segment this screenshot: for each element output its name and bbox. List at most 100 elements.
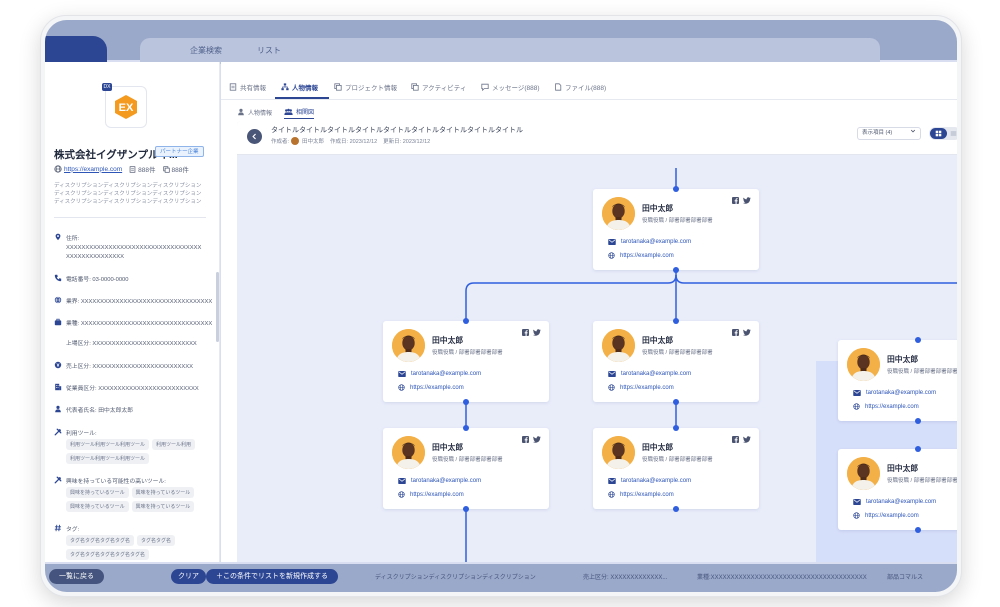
interest-chips: 興味を持っているツール 興味を持っているツール 興味を持っているツール 興味を持… (66, 487, 211, 512)
facebook-icon[interactable] (522, 436, 529, 443)
company-url-link[interactable]: https://example.com (64, 166, 122, 173)
social-links (522, 436, 541, 443)
connector-dot (915, 418, 921, 424)
person-card[interactable]: 田中太郎役職役職 / 部署部署部署部署 tarotanaka@example.co… (593, 428, 759, 509)
facebook-icon[interactable] (732, 329, 739, 336)
hash-icon (54, 524, 62, 532)
sidebar-scrollbar[interactable] (216, 272, 219, 342)
person-card[interactable]: 田中太郎 役職役職 / 部署部署部署部署 tarotanaka@example.co… (593, 321, 759, 402)
person-website[interactable]: https://example.com (398, 384, 464, 391)
person-website[interactable]: https://example.com (608, 384, 674, 391)
tools-icon (54, 476, 62, 484)
twitter-icon[interactable] (743, 436, 751, 443)
person-card[interactable]: 田中太郎役職役職 / 部署部署部署部署 tarotanaka@example.co… (593, 189, 759, 270)
address-value: XXXXXXXXXXXXXXXXXXXXXXXXXXXXXXXXXXXXXXXX… (66, 245, 202, 260)
connector-dot (673, 186, 679, 192)
person-website[interactable]: https://example.com (608, 252, 674, 259)
person-name: 田中太郎 (432, 443, 464, 452)
subtab-relation-chart[interactable]: 相関図 (284, 107, 315, 119)
tags-chips: タグ名タグ名タグ名タグ名 タグ名タグ名 タグ名タグ名タグ名タグ名タグ名 (66, 535, 211, 560)
create-list-button[interactable]: ＋この条件でリストを新規作成する (206, 569, 338, 584)
message-icon (481, 83, 489, 91)
person-role: 役職役職 / 部署部署部署部署 (642, 218, 713, 224)
employees-text: 従業員区分: XXXXXXXXXXXXXXXXXXXXXXXXXX (66, 386, 199, 392)
connector-dot (673, 267, 679, 273)
relation-chart-canvas[interactable]: タイトルタイトルタイトルタイトルタイトルタイトルタイトルタイトルタイトル 作成者… (237, 121, 957, 562)
interest-chip: 興味を持っているツール (131, 487, 195, 498)
mail-icon (608, 478, 616, 484)
back-to-list-button[interactable]: 一覧に戻る (49, 569, 104, 584)
person-card[interactable]: 田中太郎 役職役職 / 部署部署部署部署 tarotanaka@example.co… (838, 340, 957, 421)
person-email[interactable]: tarotanaka@example.com (608, 371, 691, 377)
person-photo (602, 329, 635, 362)
person-role: 役職役職 / 部署部署部署部署 (642, 457, 713, 463)
subtab-relation-chart-label: 相関図 (296, 110, 315, 116)
person-name: 田中太郎 (432, 336, 464, 345)
social-links (732, 197, 751, 204)
connector-dot (915, 527, 921, 533)
tab-activity[interactable]: アクティビティ (411, 82, 466, 92)
person-website[interactable]: https://example.com (398, 491, 464, 498)
tab-shared-info[interactable]: 共有情報 (229, 82, 266, 92)
facebook-icon[interactable] (522, 329, 529, 336)
person-website[interactable]: https://example.com (853, 512, 919, 519)
tools-chips: 利用ツール利用ツール利用ツール 利用ツール利用 利用ツール利用ツール利用ツール (66, 439, 211, 464)
count-1: 888件 (129, 164, 156, 174)
interest-chip: 興味を持っているツール (131, 501, 195, 512)
globe-icon (853, 403, 860, 410)
person-website[interactable]: https://example.com (853, 403, 919, 410)
person-name: 田中太郎 (642, 443, 674, 452)
twitter-icon[interactable] (533, 329, 541, 336)
file-icon (555, 83, 562, 91)
tab-file[interactable]: ファイル(888) (554, 82, 606, 92)
background-tabs (140, 38, 880, 64)
twitter-icon[interactable] (743, 197, 751, 204)
company-description: ディスクリプションディスクリプションディスクリプションディスクリプションディスク… (54, 183, 202, 205)
person-email-text: tarotanaka@example.com (621, 478, 692, 484)
person-email[interactable]: tarotanaka@example.com (398, 371, 481, 377)
person-email[interactable]: tarotanaka@example.com (853, 390, 936, 396)
facebook-icon[interactable] (732, 197, 739, 204)
person-email[interactable]: tarotanaka@example.com (608, 478, 691, 484)
subtab-person-info[interactable]: 人物情報 (237, 107, 272, 119)
tab-message[interactable]: メッセージ(888) (481, 82, 540, 92)
tab-shared-info-label: 共有情報 (240, 85, 266, 92)
tools-icon (54, 428, 62, 436)
briefcase-icon (54, 318, 62, 326)
ceo-info: 代表者氏名: 田中太郎太郎 (54, 405, 133, 416)
person-email-text: tarotanaka@example.com (621, 239, 692, 245)
globe-icon (54, 165, 62, 173)
mail-icon (398, 478, 406, 484)
company-links: https://example.com 888件 888件 (54, 164, 189, 174)
twitter-icon[interactable] (533, 436, 541, 443)
connector-dot (463, 425, 469, 431)
interest-chip: 興味を持っているツール (66, 487, 129, 498)
globe-icon (398, 491, 405, 498)
person-email[interactable]: tarotanaka@example.com (853, 499, 936, 505)
tab-person-info[interactable]: 人物情報 (281, 82, 318, 92)
clear-button[interactable]: クリア (171, 569, 206, 584)
facebook-icon[interactable] (732, 436, 739, 443)
yen-coin-icon (54, 361, 62, 369)
person-card[interactable]: 田中太郎 役職役職 / 部署部署部署部署 tarotanaka@example.co… (838, 449, 957, 530)
social-links (732, 329, 751, 336)
person-card[interactable]: 田中太郎 役職役職 / 部署部署部署部署 tarotanaka@example.co… (383, 321, 549, 402)
tab-project-info[interactable]: プロジェクト情報 (334, 82, 397, 92)
copy-icon (334, 83, 342, 91)
mail-icon (853, 390, 861, 396)
background-tab-list: リスト (257, 46, 281, 55)
employees-info: 従業員区分: XXXXXXXXXXXXXXXXXXXXXXXXXX (54, 383, 199, 394)
globe-icon (608, 384, 615, 391)
person-email[interactable]: tarotanaka@example.com (398, 478, 481, 484)
person-website[interactable]: https://example.com (608, 491, 674, 498)
tools-label-text: 利用ツール: (66, 431, 97, 437)
screen: 企業検索 リスト 一覧に戻る クリア ＋この条件でリストを新規作成する ディスク… (45, 20, 957, 592)
person-website-text: https://example.com (620, 491, 674, 498)
person-name: 田中太郎 (642, 204, 674, 213)
twitter-icon[interactable] (743, 329, 751, 336)
background-desc-text: ディスクリプションディスクリプションディスクリプション (375, 575, 536, 581)
person-email[interactable]: tarotanaka@example.com (608, 239, 691, 245)
person-card[interactable]: 田中太郎 役職役職 / 部署部署部署部署 tarotanaka@example.co… (383, 428, 549, 509)
person-name: 田中太郎 (887, 464, 919, 473)
industry-info: 業界: XXXXXXXXXXXXXXXXXXXXXXXXXXXXXXXXXX (54, 296, 212, 307)
